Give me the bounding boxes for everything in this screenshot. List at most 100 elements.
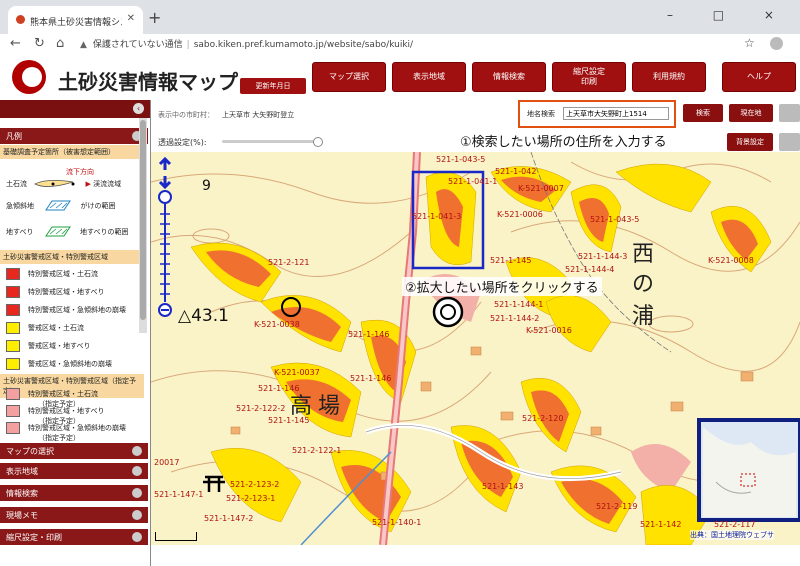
map-label: K-521-0037 <box>274 368 320 377</box>
map-label: 521-1-041-1 <box>448 177 498 186</box>
sidebar-section-scale-print[interactable]: 縮尺設定・印刷 <box>0 529 148 545</box>
close-tab-icon[interactable]: ✕ <box>127 13 135 24</box>
map-label: 521-1-146 <box>348 330 390 339</box>
reload-icon[interactable]: ↻ <box>34 36 45 51</box>
legend-header[interactable]: 凡例 <box>0 128 148 144</box>
map-label: 521-2-122-1 <box>292 446 342 455</box>
map-label: 521-1-144-1 <box>494 300 544 309</box>
flow-direction-label: 流下方向 <box>66 168 94 176</box>
opacity-slider[interactable] <box>222 137 323 147</box>
map-label: 521-1-147-2 <box>204 514 254 523</box>
map-label: 521-1-142 <box>640 520 682 529</box>
map-label: 521-1-041-3 <box>412 212 462 221</box>
url-text: sabo.kiken.pref.kumamoto.jp/website/sabo… <box>193 40 414 50</box>
legend-landslide: 地すべり 地すべりの範囲 <box>6 226 129 237</box>
scale-bar <box>155 532 197 541</box>
tab-title: 熊本県土砂災害情報システム 警 <box>30 18 122 28</box>
map-label: K-521-0038 <box>254 320 300 329</box>
sidebar-section-info-search[interactable]: 情報検索 <box>0 485 148 501</box>
url-field[interactable]: ▲ 保護されていない通信 | sabo.kiken.pref.kumamoto.jp/… <box>80 37 770 51</box>
debris-flow-icon <box>34 180 75 187</box>
security-warning: 保護されていない通信 <box>92 40 183 50</box>
map-label: 20017 <box>154 458 180 467</box>
map-label: K-521-0008 <box>708 256 754 265</box>
favicon-icon <box>16 15 25 24</box>
map-label: 521-1-143 <box>482 482 524 491</box>
elevation-label: △43.1 <box>178 306 229 326</box>
map-label: 521-2-123-2 <box>230 480 280 489</box>
place-search-label: 地名検索 <box>527 110 555 118</box>
sidebar-top-bar: ‹ <box>0 100 150 118</box>
collapse-sidebar-icon[interactable]: ‹ <box>133 103 144 114</box>
map-label: 521-1-042 <box>495 167 537 176</box>
survey-title: 基礎調査予定箇所（被害想定範囲） <box>0 145 144 159</box>
map-label: 521-1-144-2 <box>490 314 540 323</box>
display-area-button[interactable]: 表示地域 <box>392 62 466 92</box>
legend-zone: 警戒区域・土石流 <box>6 322 84 334</box>
map-label: 521-1-145 <box>490 256 532 265</box>
place-search-input[interactable] <box>563 107 669 120</box>
updated-date-button[interactable]: 更新年月日 <box>240 78 306 94</box>
home-icon[interactable]: ⌂ <box>56 36 64 51</box>
terms-button[interactable]: 利用規約 <box>632 62 706 92</box>
opacity-label: 透過設定(%): <box>158 138 207 147</box>
place-name: 西 <box>632 242 655 267</box>
map-label: 521-1-146 <box>350 374 392 383</box>
map-label: 521-2-123-1 <box>226 494 276 503</box>
toolbar-extra-button-2[interactable] <box>779 133 800 151</box>
map-label: 521-2-120 <box>522 414 564 423</box>
toolbar-extra-button[interactable] <box>779 104 800 122</box>
legend-zone: 特別警戒区域・土石流 <box>6 268 98 280</box>
app-logo <box>12 60 46 94</box>
steep-slope-icon <box>45 200 72 211</box>
opacity-slider-thumb[interactable] <box>313 137 323 147</box>
sidebar-section-display-area[interactable]: 表示地域 <box>0 463 148 479</box>
back-icon[interactable]: ← <box>10 36 21 51</box>
map-label: 521-1-043-5 <box>590 215 640 224</box>
profile-avatar[interactable] <box>770 37 783 50</box>
map-label: K-521-0007 <box>518 184 564 193</box>
map-label: K-521-0006 <box>497 210 543 219</box>
search-button[interactable]: 検索 <box>683 104 723 122</box>
sidebar-scrollbar[interactable] <box>139 118 147 333</box>
map-label: 521-2-121 <box>268 258 310 267</box>
legend-debris-flow: 土石流 ▶ 渓流流域 <box>6 180 122 188</box>
place-name: の <box>632 272 655 297</box>
warning-icon: ▲ <box>80 40 87 50</box>
map-label: 521-1-147-1 <box>154 490 204 499</box>
legend-zone: 特別警戒区域・急傾斜地の崩壊 <box>6 304 126 316</box>
number-marker: 9 <box>202 178 211 194</box>
legend-zone: 警戒区域・急傾斜地の崩壊 <box>6 358 112 370</box>
place-name: 浦 <box>632 304 655 329</box>
map-select-button[interactable]: マップ選択 <box>312 62 386 92</box>
shrine-icon <box>203 475 225 492</box>
sidebar-section-field-memo[interactable]: 現場メモ <box>0 507 148 523</box>
bookmark-star-icon[interactable]: ☆ <box>744 36 755 50</box>
sidebar-section-map-select[interactable]: マップの選択 <box>0 443 148 459</box>
app-title: 土砂災害情報マップ <box>58 70 238 94</box>
new-tab-button[interactable]: + <box>148 8 161 27</box>
bottom-margin <box>151 545 800 566</box>
map-label: 521-1-043-5 <box>436 155 486 164</box>
browser-tab[interactable]: 熊本県土砂災害情報システム 警 ✕ <box>8 6 143 34</box>
background-setting-button[interactable]: 背景設定 <box>727 133 773 151</box>
instruction-step-1: ①検索したい場所の住所を入力する <box>457 131 670 150</box>
map-label: 521-2-119 <box>596 502 638 511</box>
current-city: 表示中の市町村： 上天草市 大矢野町登立 <box>158 111 295 119</box>
map-attribution: 出典：国土地理院ウェブサ <box>690 530 774 540</box>
window-controls[interactable]: – □ × <box>667 8 792 22</box>
info-search-button[interactable]: 情報検索 <box>472 62 546 92</box>
map-label: 521-2-122-2 <box>236 404 286 413</box>
map-label: 521-2-117 <box>714 520 756 529</box>
legend-zone: 特別警戒区域・地すべり <box>6 286 105 298</box>
map-label: 521-1-144-4 <box>565 265 615 274</box>
landslide-icon <box>44 226 71 237</box>
legend-steep-slope: 急傾斜地 がけの範囲 <box>6 200 116 211</box>
map-label: 521-1-140-1 <box>372 518 422 527</box>
legend-zone: 警戒区域・地すべり <box>6 340 91 352</box>
help-button[interactable]: ヘルプ <box>722 62 796 92</box>
current-location-button[interactable]: 現在地 <box>729 104 773 122</box>
legend-planned: 特別警戒区域・急傾斜地の崩壊 （指定予定） <box>6 422 126 442</box>
scale-print-button[interactable]: 縮尺設定 印刷 <box>552 62 626 92</box>
map-label: K-521-0016 <box>526 326 572 335</box>
